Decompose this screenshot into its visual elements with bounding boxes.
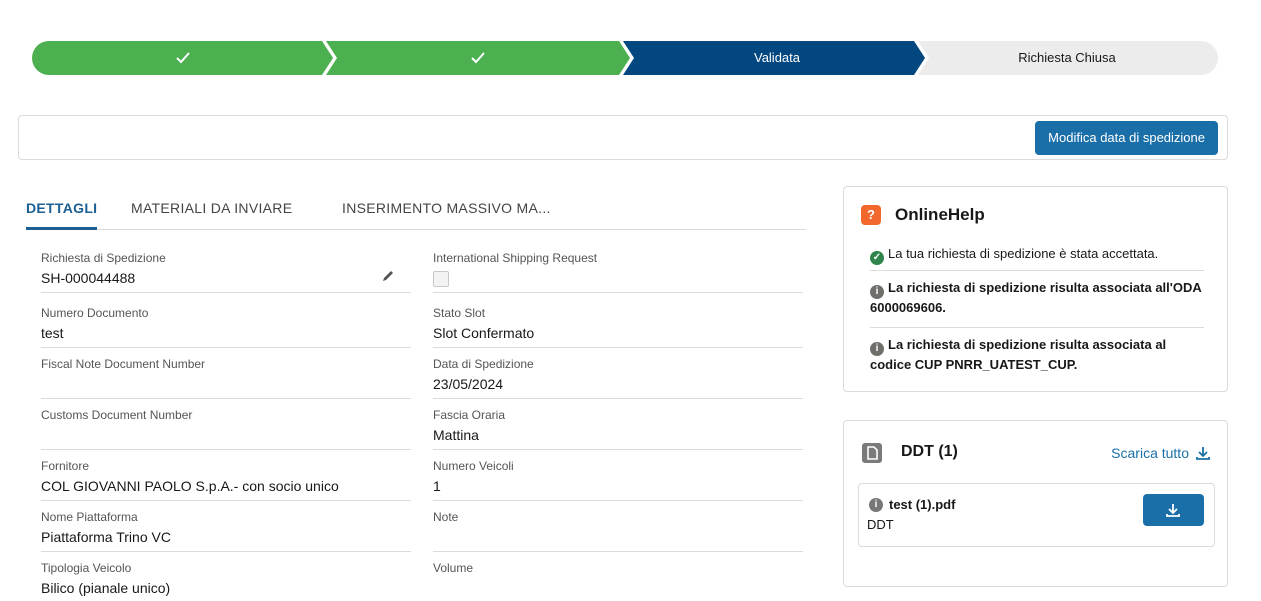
download-all-link[interactable]: Scarica tutto (1111, 445, 1211, 461)
path-step-label-closed: Richiesta Chiusa (1018, 50, 1116, 65)
info-icon: i (870, 285, 884, 299)
field-fiscal-note: Fiscal Note Document Number (41, 351, 411, 399)
field-data-spedizione: Data di Spedizione 23/05/2024 (433, 351, 803, 399)
tab-bar: DETTAGLI MATERIALI DA INVIARE INSERIMENT… (26, 198, 806, 230)
field-value: test (41, 325, 64, 341)
field-label: Fiscal Note Document Number (41, 357, 206, 371)
field-label: Fascia Oraria (433, 408, 506, 422)
field-label: Stato Slot (433, 306, 486, 320)
field-label: Customs Document Number (41, 408, 193, 422)
field-label: Data di Spedizione (433, 357, 534, 371)
help-message-oda: i La richiesta di spedizione risulta asso… (870, 279, 1204, 317)
details-panel: DETTAGLI MATERIALI DA INVIARE INSERIMENT… (18, 186, 818, 601)
field-volume: Volume (433, 555, 803, 601)
field-value: 23/05/2024 (433, 376, 504, 392)
file-item: i test (1).pdf DDT (858, 483, 1215, 547)
field-fornitore: Fornitore COL GIOVANNI PAOLO S.p.A.- con… (41, 453, 411, 501)
online-help-title: OnlineHelp (895, 205, 985, 224)
field-value: Slot Confermato (433, 325, 535, 341)
edit-shipping-date-button[interactable]: Modifica data di spedizione (1035, 121, 1218, 155)
help-message-text: La richiesta di spedizione risulta assoc… (870, 280, 1202, 315)
field-label: Numero Veicoli (433, 459, 514, 473)
download-icon (1166, 504, 1180, 517)
divider (870, 327, 1204, 328)
field-label: International Shipping Request (433, 251, 598, 265)
info-icon: i (870, 342, 884, 356)
field-numero-documento: Numero Documento test (41, 300, 411, 348)
field-numero-veicoli: Numero Veicoli 1 (433, 453, 803, 501)
field-value: Piattaforma Trino VC (41, 529, 171, 545)
field-note: Note (433, 504, 803, 552)
field-richiesta-spedizione: Richiesta di Spedizione SH-000044488 (41, 245, 411, 293)
field-international-shipping: International Shipping Request (433, 245, 803, 293)
field-label: Numero Documento (41, 306, 149, 320)
field-label: Volume (433, 561, 474, 575)
field-label: Note (433, 510, 459, 524)
field-label: Fornitore (41, 459, 90, 473)
field-label: Richiesta di Spedizione (41, 251, 166, 265)
field-nome-piattaforma: Nome Piattaforma Piattaforma Trino VC (41, 504, 411, 552)
check-icon (471, 52, 485, 64)
divider (870, 270, 1204, 271)
field-tipologia-veicolo: Tipologia Veicolo Bilico (pianale unico) (41, 555, 411, 601)
field-customs-document: Customs Document Number (41, 402, 411, 450)
tab-inserimento-massivo[interactable]: INSERIMENTO MASSIVO MA... (342, 198, 551, 230)
ddt-card: DDT (1) Scarica tutto i test (1).pdf DDT (843, 420, 1228, 587)
field-value: COL GIOVANNI PAOLO S.p.A.- con socio uni… (41, 478, 339, 494)
help-message-text: La richiesta di spedizione risulta assoc… (870, 337, 1167, 372)
ddt-title: DDT (1) (901, 443, 958, 460)
field-stato-slot: Stato Slot Slot Confermato (433, 300, 803, 348)
field-label: Tipologia Veicolo (41, 561, 132, 575)
success-icon: ✓ (870, 251, 884, 265)
field-label: Nome Piattaforma (41, 510, 138, 524)
path-step-label-current: Validata (753, 50, 800, 65)
field-value: SH-000044488 (41, 270, 136, 286)
help-message-text: La tua richiesta di spedizione è stata a… (888, 246, 1159, 261)
help-message-cup: i La richiesta di spedizione risulta asso… (870, 336, 1204, 374)
action-bar: Modifica data di spedizione (18, 115, 1228, 160)
field-value: Mattina (433, 427, 479, 443)
tab-dettagli[interactable]: DETTAGLI (26, 198, 98, 230)
question-icon: ? (861, 205, 881, 225)
online-help-card: ? OnlineHelp ✓ La tua richiesta di spediz… (843, 186, 1228, 392)
field-fascia-oraria: Fascia Oraria Mattina (433, 402, 803, 450)
file-download-button[interactable] (1143, 494, 1204, 526)
field-value: Bilico (pianale unico) (41, 580, 171, 596)
download-all-label: Scarica tutto (1111, 445, 1189, 461)
file-type: DDT (867, 517, 894, 532)
international-shipping-checkbox[interactable] (433, 271, 449, 287)
check-icon (176, 52, 190, 64)
info-icon: i (869, 498, 883, 512)
status-path: Validata Richiesta Chiusa (32, 41, 1218, 75)
help-message-accepted: ✓ La tua richiesta di spedizione è stata … (870, 245, 1204, 265)
tab-materiali[interactable]: MATERIALI DA INVIARE (131, 198, 292, 230)
download-icon (1196, 447, 1210, 460)
file-name[interactable]: test (1).pdf (889, 497, 955, 512)
field-value: 1 (433, 478, 441, 494)
pencil-icon[interactable] (381, 269, 395, 283)
document-icon (862, 443, 882, 463)
